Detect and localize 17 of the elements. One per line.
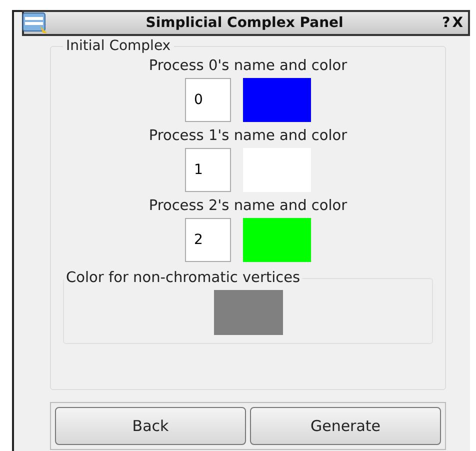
process-label: Process 0's name and color [148,58,348,74]
process-label: Process 2's name and color [148,198,348,214]
name-field[interactable]: 1 [185,148,231,192]
color-swatch[interactable] [243,78,311,122]
help-button[interactable]: ? [441,15,452,31]
subgroup-title: Color for non-chromatic vertices [65,270,302,286]
process-label: Process 1's name and color [148,128,348,144]
window-icon [22,12,48,34]
group-title: Initial Complex [65,38,172,54]
name-field[interactable]: 2 [185,218,231,262]
close-button[interactable]: X [451,15,464,31]
color-swatch[interactable] [243,218,311,262]
dialog-button[interactable]: Generate [250,407,441,445]
window-title: Simplicial Complex Panel [144,15,344,31]
dialog-button[interactable]: Back [55,407,246,445]
name-field[interactable]: 0 [185,78,231,122]
color-swatch[interactable] [214,290,282,335]
